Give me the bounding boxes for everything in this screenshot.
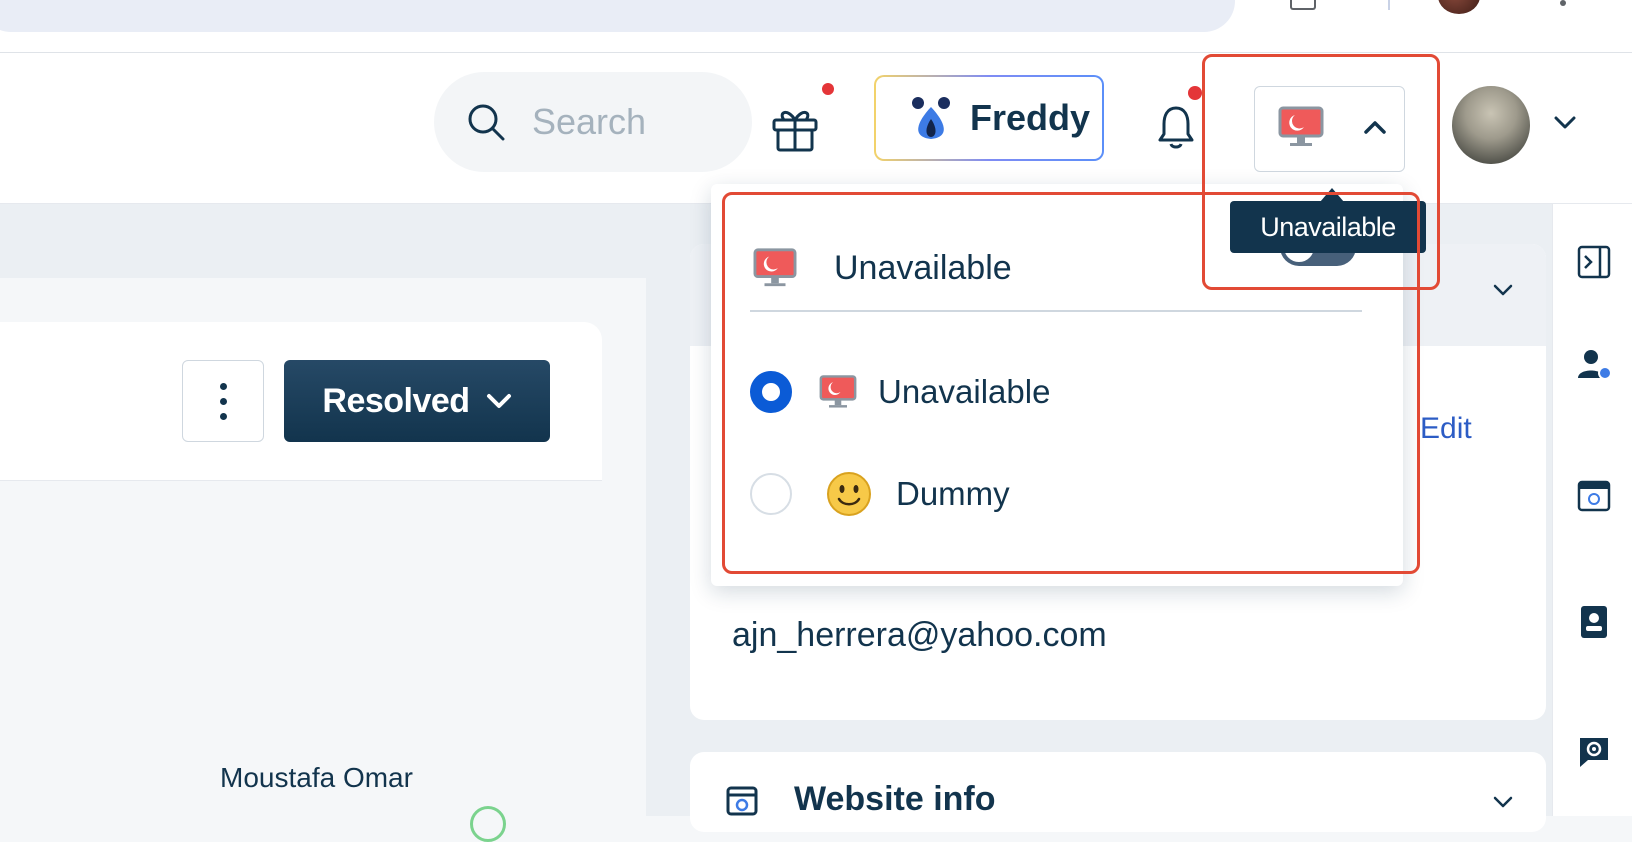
bell-icon [1158, 106, 1194, 149]
search-placeholder: Search [532, 101, 647, 142]
contact-email: ajn_herrera@yahoo.com [732, 616, 1107, 654]
more-actions-button[interactable] [182, 360, 264, 442]
agent-online-indicator [470, 806, 506, 842]
highlight-box-status-dropdown [722, 192, 1420, 574]
contact-card-icon[interactable] [1576, 604, 1612, 640]
website-info-title: Website info [794, 780, 996, 818]
gift-notification-dot [822, 83, 834, 95]
more-dot [220, 413, 227, 420]
apps-settings-icon[interactable] [1576, 734, 1612, 770]
whats-new-gift-icon[interactable] [770, 104, 822, 154]
more-dot [220, 383, 227, 390]
global-search-input[interactable]: Search [434, 72, 752, 172]
freddy-ai-button[interactable]: Freddy [874, 75, 1104, 161]
agent-name: Moustafa Omar [220, 762, 413, 793]
tab-search-icon[interactable] [1290, 0, 1316, 10]
search-icon [468, 104, 505, 141]
freddy-label: Freddy [970, 97, 1091, 138]
browser-window-icon [726, 786, 758, 816]
chevron-down-icon [486, 394, 511, 408]
collapse-panel-icon[interactable] [1576, 244, 1612, 280]
chevron-down-icon[interactable] [1552, 112, 1578, 132]
browser-divider [1388, 0, 1390, 10]
freddy-icon [912, 97, 950, 139]
ticket-subheader-band [0, 204, 646, 278]
ticket-status-button[interactable]: Resolved [284, 360, 550, 442]
gift-icon [772, 111, 818, 152]
more-dot [220, 398, 227, 405]
website-icon[interactable] [1576, 478, 1612, 514]
notifications-bell-icon[interactable] [1156, 104, 1196, 150]
chevron-down-icon[interactable] [1492, 794, 1514, 810]
address-bar[interactable] [0, 0, 1235, 32]
contact-details-icon[interactable] [1576, 346, 1612, 382]
browser-menu-icon[interactable] [1560, 0, 1566, 6]
ticket-status-label: Resolved [322, 381, 470, 420]
notification-dot [1188, 86, 1202, 100]
edit-contact-link[interactable]: Edit [1420, 412, 1472, 446]
chevron-down-icon[interactable] [1492, 282, 1514, 298]
user-avatar[interactable] [1452, 86, 1530, 164]
